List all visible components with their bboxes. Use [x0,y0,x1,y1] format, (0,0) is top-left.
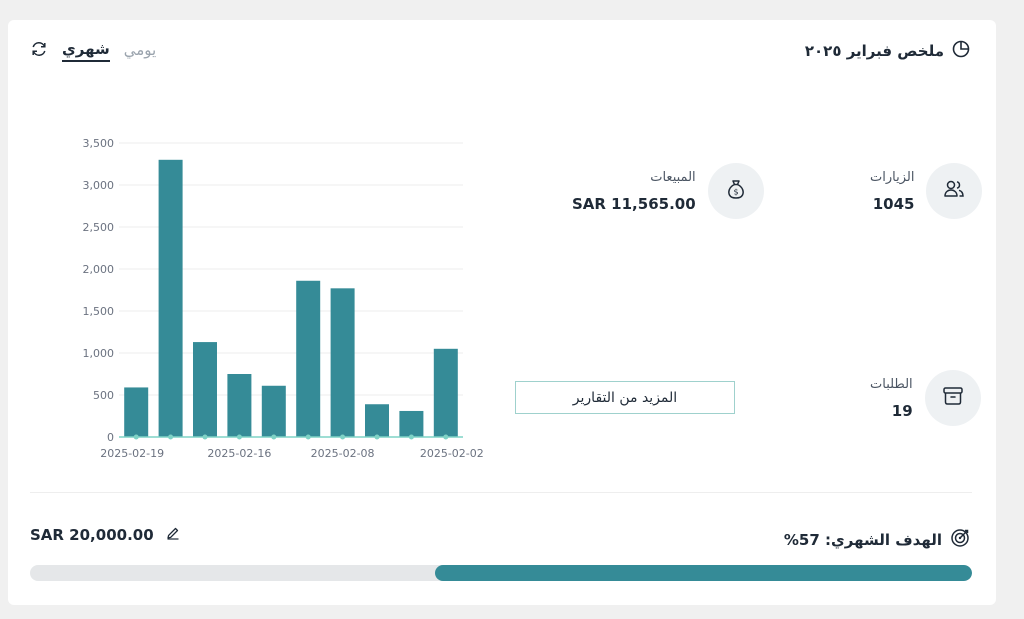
chart-point [340,434,346,440]
y-tick-label: 2,500 [83,221,115,234]
chart-point [374,434,380,440]
goal-label: الهدف الشهري: 57% [783,531,942,549]
y-tick-label: 1,000 [83,347,115,360]
chart-point [305,434,311,440]
goal-progress-fill [435,565,972,581]
x-tick-label: 2025-02-08 [311,447,375,460]
stat-orders-text: الطلبات 19 [870,377,913,420]
chart-bar [193,342,217,437]
stat-sales-icon-circle: $ [707,163,764,219]
goal-progress-bar [30,565,972,581]
chart-bar [227,374,252,437]
stat-visits-icon-circle [926,163,983,219]
svg-text:$: $ [733,188,738,197]
sales-bar-chart: 0 500 1,000 1,500 2,000 2,500 3,000 3,500 2025-0… [63,125,484,465]
chart-bar [261,385,286,437]
y-tick-label: 3,500 [83,137,115,150]
x-tick-label: 2025-02-19 [100,447,164,460]
divider [30,492,972,493]
stat-orders-icon-circle [924,370,981,426]
goal-amount-row: SAR 20,000.00 [30,526,180,544]
chart-point [271,434,277,440]
y-tick-label: 2,000 [83,263,115,276]
stat-orders-value: 19 [891,401,913,420]
chart-point [443,434,449,440]
archive-box-icon [941,384,965,412]
card-title: ملخص فبراير ٢٠٢٥ [804,42,944,60]
stat-orders: الطلبات 19 [870,370,981,426]
chart-point [236,434,242,440]
target-icon [950,528,970,552]
tab-daily[interactable]: يومي [124,41,156,61]
goal-amount: SAR 20,000.00 [30,526,154,544]
chart-point [168,434,174,440]
stat-visits: الزيارات 1045 [870,163,983,219]
chart-bar [124,387,149,437]
y-tick-label: 0 [107,431,114,444]
refresh-icon[interactable] [30,40,48,62]
goal-label-row: الهدف الشهري: 57% [784,528,970,552]
chart-bar [365,404,389,437]
chart-svg: 0 500 1,000 1,500 2,000 2,500 3,000 3,500 2025-0… [83,137,484,460]
chart-point [408,434,414,440]
pie-chart-icon [952,40,970,62]
stat-sales: المبيعات SAR 11,565.00 $ [572,163,764,219]
stat-visits-value: 1045 [872,194,915,213]
y-tick-label: 3,000 [83,179,115,192]
y-tick-label: 1,500 [83,305,115,318]
card-header: ملخص فبراير ٢٠٢٥ [805,40,970,62]
chart-bar [296,280,321,437]
chart-bar [158,159,183,438]
edit-pencil-icon[interactable] [166,526,180,544]
chart-bar [330,288,355,437]
stat-visits-text: الزيارات 1045 [870,170,914,213]
money-bag-icon: $ [724,177,748,205]
stat-sales-label: المبيعات [650,169,696,185]
tab-monthly[interactable]: شهري [62,40,110,62]
stat-sales-text: المبيعات SAR 11,565.00 [572,170,696,213]
chart-point [133,434,139,440]
more-reports-button[interactable]: المزيد من التقارير [515,381,735,414]
chart-bar [433,348,458,437]
period-tabs: شهري يومي [30,40,156,62]
stat-visits-label: الزيارات [870,169,915,185]
summary-card: ملخص فبراير ٢٠٢٥ شهري يومي 0 500 1,000 1,50… [8,20,996,605]
users-icon [942,177,966,205]
chart-bar [399,410,424,437]
x-tick-label: 2025-02-02 [420,447,483,460]
stat-orders-label: الطلبات [870,376,913,392]
x-tick-label: 2025-02-16 [207,447,271,460]
stat-sales-value: SAR 11,565.00 [572,194,696,213]
chart-point [202,434,208,440]
top-strip [0,0,1024,20]
y-tick-label: 500 [93,389,114,402]
